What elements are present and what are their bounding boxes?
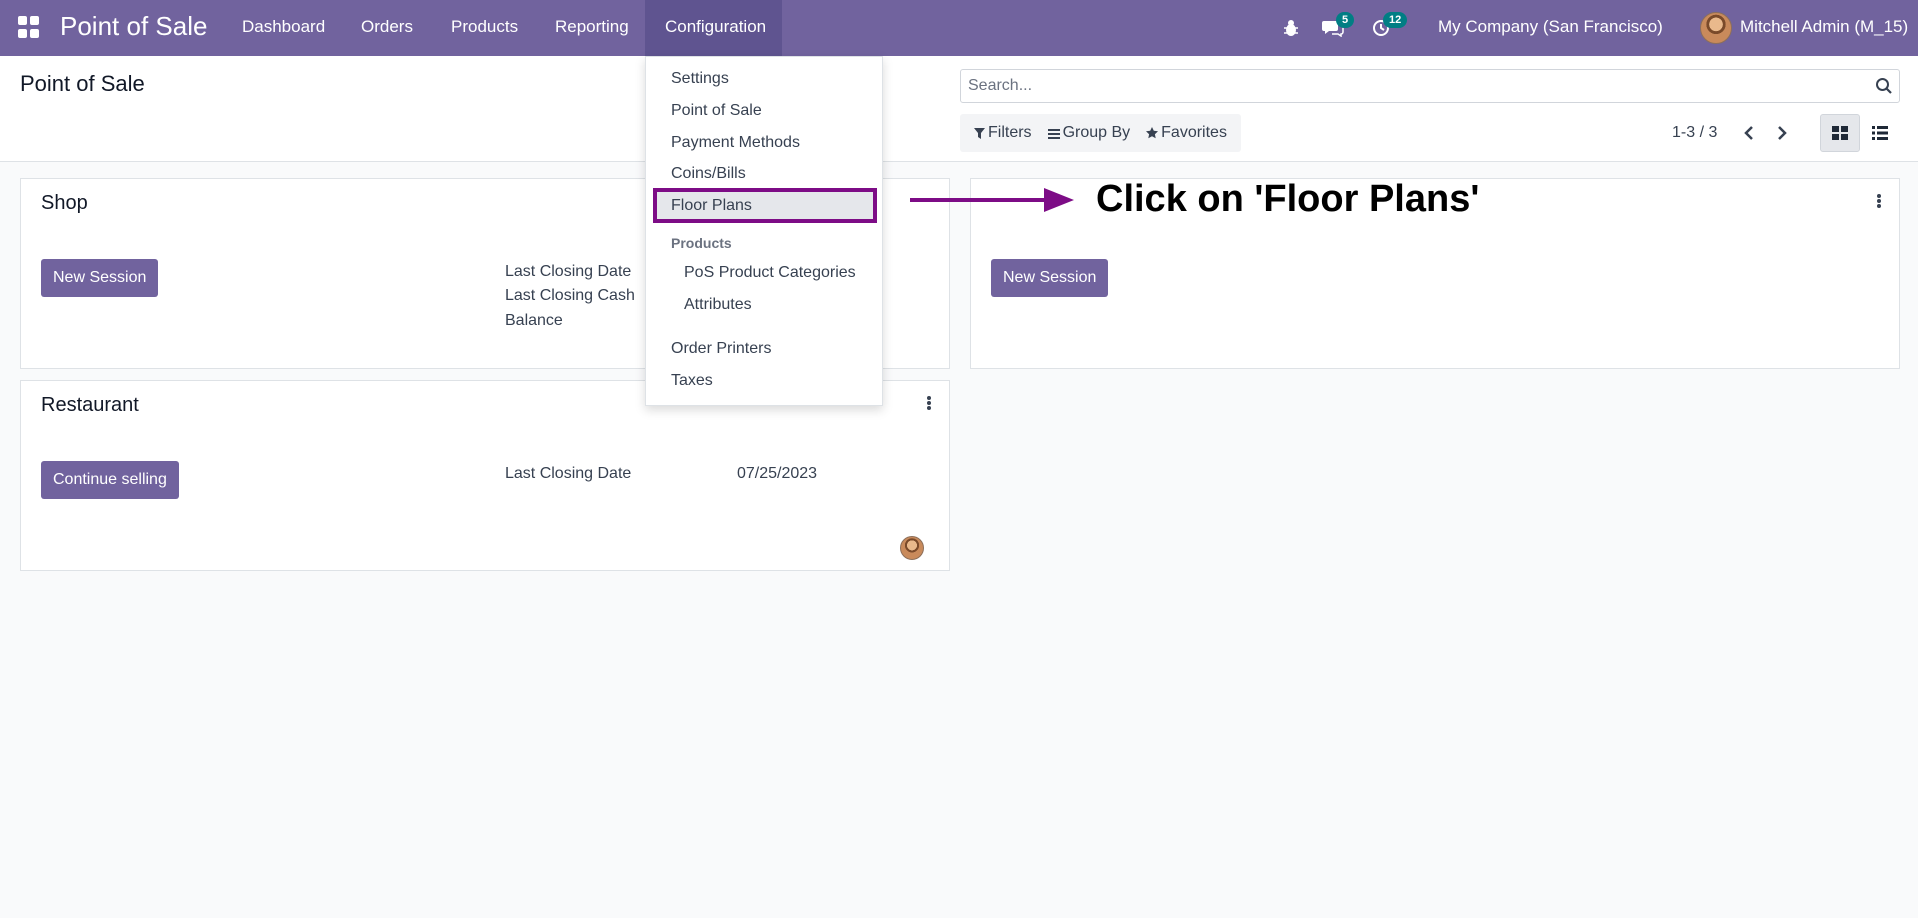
search-box[interactable] [960, 69, 1900, 103]
annotation-arrow-icon [910, 188, 1074, 212]
kanban-grid-icon [1832, 126, 1848, 140]
menu-item-floor-plans-label: Floor Plans [671, 197, 752, 214]
pager-value[interactable]: 1-3 / 3 [1672, 118, 1717, 148]
top-navbar: Point of Sale Dashboard Orders Products … [0, 0, 1918, 56]
favorites-label: Favorites [1161, 124, 1227, 141]
group-by-button[interactable]: Group By [1040, 114, 1139, 152]
last-closing-cash-label: Last Closing Cash [505, 287, 635, 304]
filters-button[interactable]: Filters [966, 114, 1040, 152]
activities-clock-icon[interactable] [1372, 0, 1390, 56]
messages-icon[interactable] [1322, 0, 1344, 56]
group-by-label: Group By [1062, 124, 1131, 141]
list-icon [1872, 126, 1888, 140]
menu-item-taxes[interactable]: Taxes [671, 370, 713, 392]
control-panel: Point of Sale Filters Group By Favorites… [0, 56, 1918, 162]
app-menu-icon[interactable] [18, 16, 40, 38]
nav-orders[interactable]: Orders [341, 0, 433, 56]
nav-reporting[interactable]: Reporting [535, 0, 649, 56]
company-switcher[interactable]: My Company (San Francisco) [1438, 0, 1663, 56]
kanban-view-button[interactable] [1820, 114, 1860, 152]
menu-item-settings[interactable]: Settings [671, 68, 729, 90]
search-input[interactable] [961, 70, 1841, 102]
filter-icon [974, 127, 985, 139]
user-menu[interactable]: Mitchell Admin (M_15) [1740, 0, 1908, 56]
menu-item-floor-plans-highlighted[interactable]: Floor Plans [653, 188, 877, 223]
filters-label: Filters [988, 124, 1032, 141]
last-closing-date-value: 07/25/2023 [737, 465, 818, 482]
pos-card-restaurant: Restaurant Continue selling Last Closing… [20, 380, 950, 571]
menu-item-pos-product-categories[interactable]: PoS Product Categories [684, 262, 856, 284]
configuration-dropdown-menu: Settings Point of Sale Payment Methods C… [645, 56, 883, 406]
list-view-button[interactable] [1860, 114, 1900, 152]
messages-count-badge: 5 [1336, 12, 1355, 28]
user-avatar[interactable] [1700, 12, 1732, 44]
menu-item-order-printers[interactable]: Order Printers [671, 338, 771, 360]
menu-item-payment-methods[interactable]: Payment Methods [671, 132, 800, 154]
page-title: Point of Sale [20, 71, 145, 96]
menu-item-attributes[interactable]: Attributes [684, 294, 752, 316]
responsible-avatar [900, 536, 924, 560]
menu-section-products: Products [671, 235, 732, 251]
continue-selling-button[interactable]: Continue selling [41, 461, 179, 499]
last-closing-date-label: Last Closing Date [505, 263, 632, 280]
new-session-button[interactable]: New Session [41, 259, 159, 297]
search-options-bar: Filters Group By Favorites [960, 114, 1241, 152]
card-title: Shop [41, 192, 88, 214]
card-options-icon[interactable] [1873, 192, 1885, 210]
app-brand[interactable]: Point of Sale [60, 11, 207, 42]
star-icon [1146, 127, 1159, 139]
menu-item-point-of-sale[interactable]: Point of Sale [671, 100, 762, 122]
nav-products[interactable]: Products [431, 0, 538, 56]
search-icon[interactable] [1875, 77, 1893, 95]
menu-item-coins-bills[interactable]: Coins/Bills [671, 163, 746, 185]
nav-configuration[interactable]: Configuration [645, 0, 782, 56]
card-options-icon[interactable] [923, 394, 935, 412]
group-by-icon [1047, 128, 1060, 139]
activities-count-badge: 12 [1383, 12, 1408, 28]
favorites-button[interactable]: Favorites [1138, 114, 1235, 152]
pager-next-icon[interactable] [1771, 122, 1793, 144]
debug-bug-icon[interactable] [1283, 0, 1299, 56]
nav-dashboard[interactable]: Dashboard [222, 0, 345, 56]
last-closing-date-label: Last Closing Date [505, 465, 632, 482]
new-session-button[interactable]: New Session [991, 259, 1109, 297]
card-title: Restaurant [41, 394, 139, 416]
annotation-instruction: Click on 'Floor Plans' [1096, 178, 1480, 220]
balance-label: Balance [505, 312, 563, 329]
pager-previous-icon[interactable] [1738, 122, 1760, 144]
